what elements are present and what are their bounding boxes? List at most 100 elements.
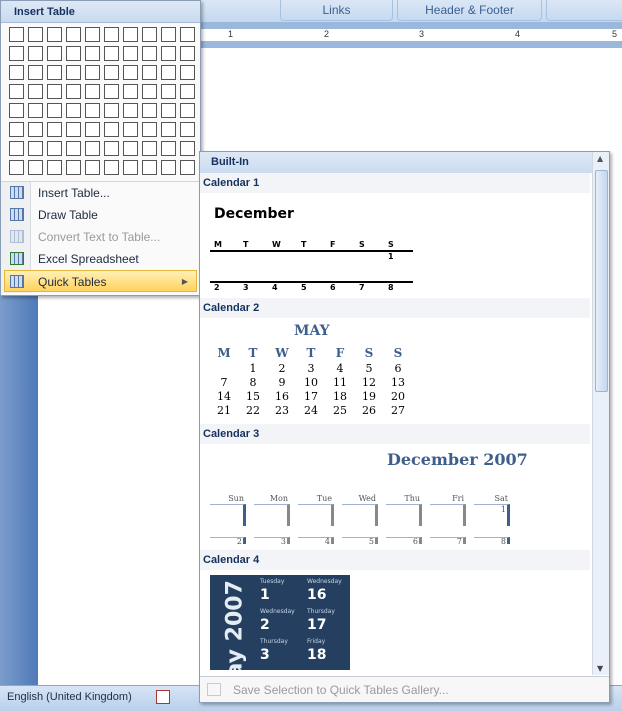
- scrollbar-thumb[interactable]: [595, 170, 608, 392]
- grid-cell[interactable]: [85, 122, 100, 137]
- grid-cell[interactable]: [123, 65, 138, 80]
- draw-table-item[interactable]: Draw Table: [1, 204, 200, 226]
- calendar-4-preview[interactable]: ay 2007 Tuesday 1 Wednesday 16 Wednesday 2 Thu…: [210, 575, 350, 670]
- grid-cell[interactable]: [104, 84, 119, 99]
- grid-cell[interactable]: [85, 84, 100, 99]
- grid-cell[interactable]: [66, 122, 81, 137]
- grid-cell[interactable]: [66, 103, 81, 118]
- grid-cell[interactable]: [161, 65, 176, 80]
- grid-cell[interactable]: [142, 27, 157, 42]
- grid-cell[interactable]: [47, 141, 62, 156]
- grid-cell[interactable]: [9, 46, 24, 61]
- grid-cell[interactable]: [104, 46, 119, 61]
- grid-cell[interactable]: [142, 122, 157, 137]
- quick-tables-item[interactable]: Quick Tables ▶: [4, 270, 197, 292]
- section-label: Calendar 4: [200, 550, 590, 570]
- grid-cell[interactable]: [9, 122, 24, 137]
- grid-cell[interactable]: [123, 122, 138, 137]
- grid-cell[interactable]: [47, 122, 62, 137]
- grid-cell[interactable]: [104, 160, 119, 175]
- grid-cell[interactable]: [161, 46, 176, 61]
- grid-cell[interactable]: [104, 122, 119, 137]
- grid-cell[interactable]: [9, 84, 24, 99]
- grid-cell[interactable]: [9, 103, 24, 118]
- grid-cell[interactable]: [142, 103, 157, 118]
- grid-cell[interactable]: [66, 27, 81, 42]
- grid-cell[interactable]: [28, 84, 43, 99]
- grid-cell[interactable]: [28, 46, 43, 61]
- grid-cell[interactable]: [104, 103, 119, 118]
- grid-cell[interactable]: [180, 122, 195, 137]
- grid-cell[interactable]: [180, 160, 195, 175]
- grid-cell[interactable]: [66, 160, 81, 175]
- horizontal-ruler[interactable]: 1 2 3 4 5: [200, 29, 622, 41]
- grid-cell[interactable]: [47, 46, 62, 61]
- grid-cell[interactable]: [161, 103, 176, 118]
- grid-cell[interactable]: [123, 84, 138, 99]
- grid-cell[interactable]: [180, 103, 195, 118]
- proofing-icon[interactable]: [156, 690, 170, 704]
- grid-cell[interactable]: [161, 27, 176, 42]
- grid-cell[interactable]: [47, 160, 62, 175]
- grid-cell[interactable]: [104, 65, 119, 80]
- grid-cell[interactable]: [66, 141, 81, 156]
- calendar-1-preview[interactable]: December M 2 T 3 W 4 T 5 F 6 S 7 S 1 8: [200, 193, 590, 298]
- grid-cell[interactable]: [180, 65, 195, 80]
- grid-cell[interactable]: [180, 46, 195, 61]
- grid-cell[interactable]: [28, 141, 43, 156]
- grid-cell[interactable]: [66, 84, 81, 99]
- excel-spreadsheet-item[interactable]: Excel Spreadsheet: [1, 248, 200, 270]
- grid-cell[interactable]: [142, 46, 157, 61]
- grid-cell[interactable]: [9, 160, 24, 175]
- scroll-up-icon[interactable]: ▲: [597, 154, 603, 163]
- ribbon-group-links[interactable]: Links: [280, 0, 393, 21]
- grid-cell[interactable]: [28, 160, 43, 175]
- grid-cell[interactable]: [47, 27, 62, 42]
- grid-cell[interactable]: [9, 27, 24, 42]
- grid-cell[interactable]: [104, 141, 119, 156]
- grid-cell[interactable]: [180, 27, 195, 42]
- grid-cell[interactable]: [161, 160, 176, 175]
- insert-table-item[interactable]: Insert Table...: [1, 182, 200, 204]
- grid-cell[interactable]: [142, 65, 157, 80]
- grid-cell[interactable]: [85, 27, 100, 42]
- grid-cell[interactable]: [85, 141, 100, 156]
- grid-cell[interactable]: [161, 122, 176, 137]
- day-number: 17: [307, 617, 327, 633]
- calendar-2-preview[interactable]: MAY M T W T F S S 1 2 3 4 5 6 7 8 9 10 11 12 13 14 15 16 17 18 19…: [200, 318, 590, 424]
- grid-cell[interactable]: [66, 46, 81, 61]
- grid-cell[interactable]: [85, 103, 100, 118]
- grid-cell[interactable]: [9, 141, 24, 156]
- grid-cell[interactable]: [161, 84, 176, 99]
- grid-cell[interactable]: [47, 103, 62, 118]
- grid-cell[interactable]: [28, 27, 43, 42]
- scroll-down-icon[interactable]: ▼: [597, 664, 603, 673]
- grid-cell[interactable]: [180, 141, 195, 156]
- ribbon-group-header-footer[interactable]: Header & Footer: [397, 0, 542, 21]
- table-size-grid[interactable]: [9, 27, 195, 175]
- grid-cell[interactable]: [104, 27, 119, 42]
- grid-cell[interactable]: [47, 65, 62, 80]
- grid-cell[interactable]: [123, 46, 138, 61]
- grid-cell[interactable]: [28, 103, 43, 118]
- grid-cell[interactable]: [85, 160, 100, 175]
- grid-cell[interactable]: [47, 84, 62, 99]
- gallery-scrollbar[interactable]: ▲ ▼: [592, 152, 609, 675]
- grid-cell[interactable]: [28, 65, 43, 80]
- grid-cell[interactable]: [28, 122, 43, 137]
- grid-cell[interactable]: [123, 141, 138, 156]
- grid-cell[interactable]: [123, 27, 138, 42]
- grid-cell[interactable]: [85, 65, 100, 80]
- language-indicator[interactable]: English (United Kingdom): [7, 691, 132, 703]
- grid-cell[interactable]: [142, 84, 157, 99]
- grid-cell[interactable]: [9, 65, 24, 80]
- grid-cell[interactable]: [66, 65, 81, 80]
- calendar-3-preview[interactable]: December 2007 Sun 2 Mon 3 Tue 4 Wed 5 Thu 6 Fri 7 Sa…: [200, 444, 590, 544]
- grid-cell[interactable]: [161, 141, 176, 156]
- grid-cell[interactable]: [123, 160, 138, 175]
- grid-cell[interactable]: [123, 103, 138, 118]
- grid-cell[interactable]: [142, 141, 157, 156]
- grid-cell[interactable]: [142, 160, 157, 175]
- grid-cell[interactable]: [180, 84, 195, 99]
- grid-cell[interactable]: [85, 46, 100, 61]
